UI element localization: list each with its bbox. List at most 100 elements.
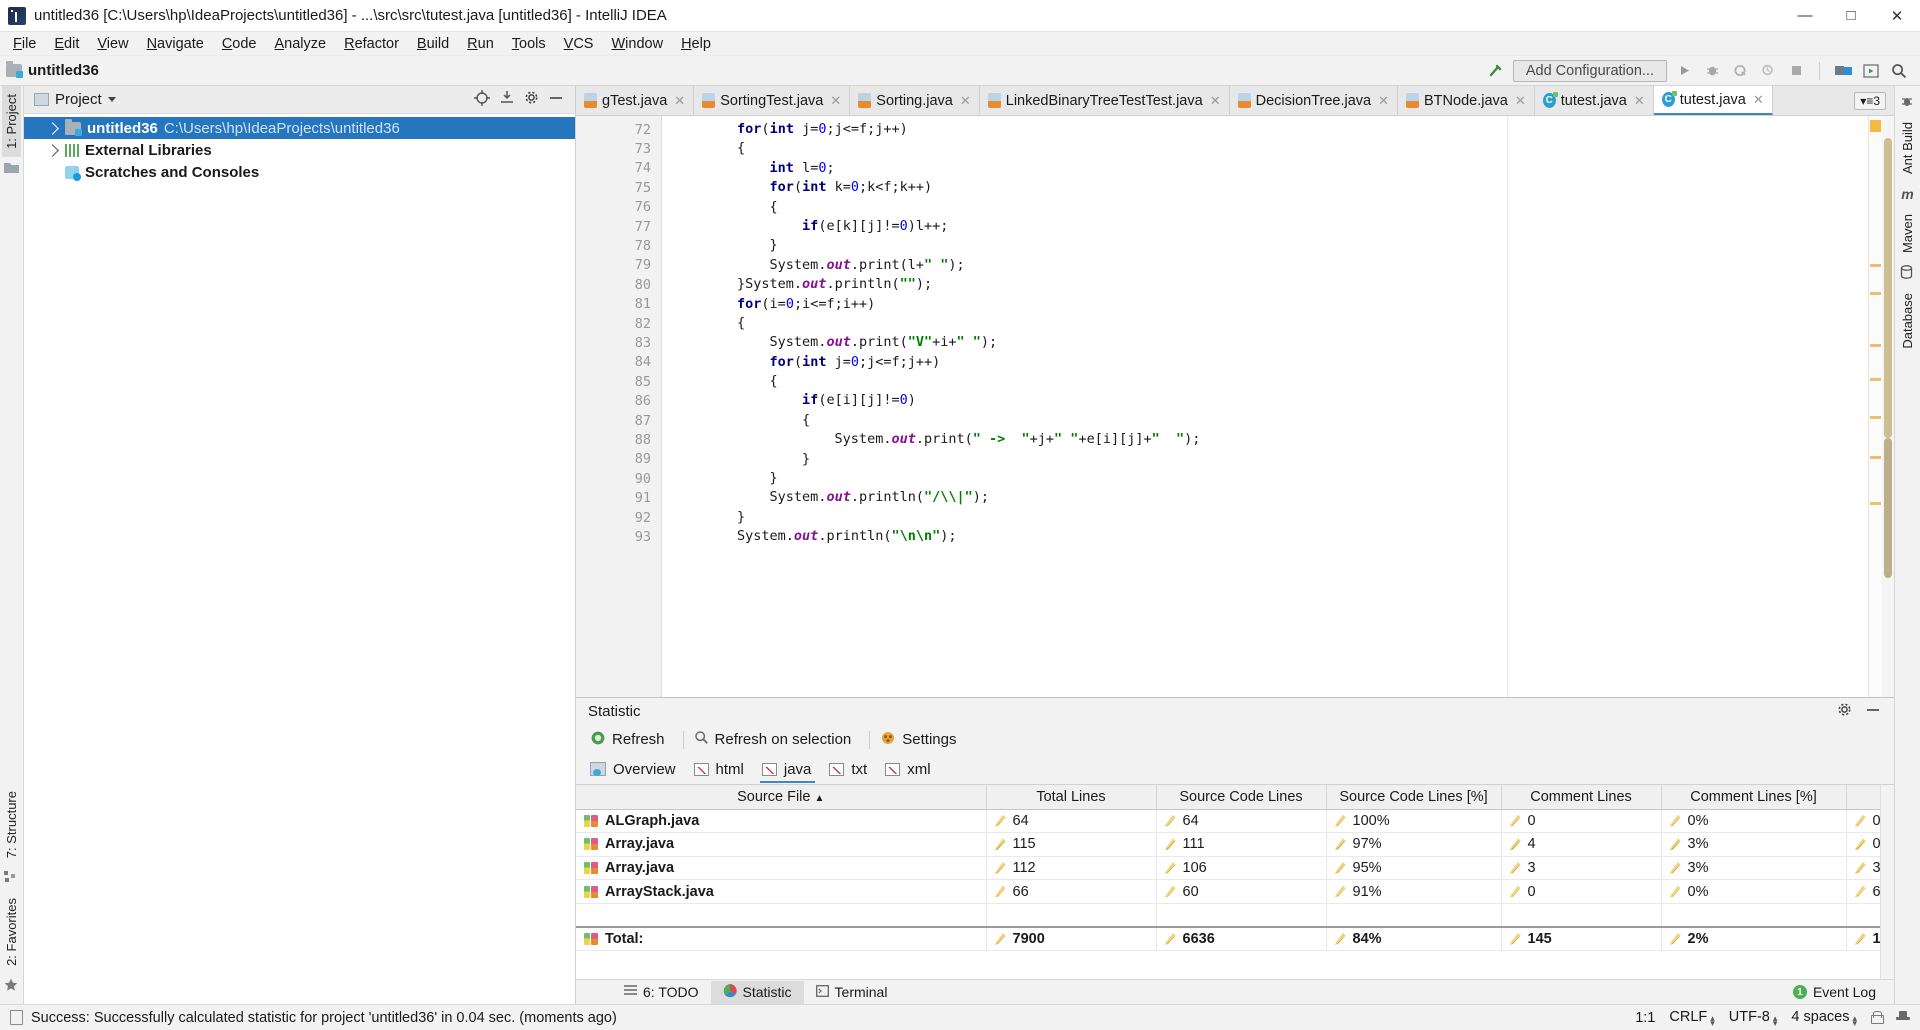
editor-gutter[interactable]: 7273-747576-7778-7980-8182-838485-8687-8… (576, 116, 673, 697)
build-hammer-icon[interactable] (1485, 60, 1507, 82)
editor-scrollbar[interactable] (1882, 116, 1894, 697)
gutter-line-76[interactable]: 76- (576, 198, 673, 217)
menu-item-code[interactable]: Code (213, 34, 266, 54)
gutter-line-83[interactable]: 83 (576, 333, 661, 352)
menu-item-vcs[interactable]: VCS (555, 34, 603, 54)
gutter-line-91[interactable]: 91 (576, 488, 661, 507)
profile-icon[interactable] (1757, 60, 1779, 82)
table-row[interactable]: ArrayStack.java666091%00%69% (576, 879, 1880, 904)
encoding-selector[interactable]: UTF-8 ▴ ▾ (1729, 1009, 1778, 1028)
editor-tab-tutest-java-6[interactable]: Ctutest.java ✕ (1534, 86, 1654, 115)
column-header-source-code-lines[interactable]: Source Code Lines [%] (1326, 785, 1502, 810)
column-header-source-file[interactable]: Source File ▲ (576, 785, 987, 810)
editor-tab-gtest-java-0[interactable]: gTest.java ✕ (576, 86, 695, 115)
rail-tab-maven[interactable]: Maven (1898, 206, 1917, 261)
menu-item-analyze[interactable]: Analyze (266, 34, 336, 54)
table-row[interactable]: ALGraph.java6464100%00%00% (576, 809, 1880, 834)
code-line-74[interactable]: int l=0; (662, 159, 1868, 178)
statistic-tab-html[interactable]: html (690, 758, 758, 781)
locate-icon[interactable] (474, 89, 490, 110)
caret-position[interactable]: 1:1 (1635, 1010, 1655, 1026)
collapse-all-icon[interactable] (500, 90, 514, 110)
statistic-tab-overview[interactable]: Overview (586, 758, 690, 781)
code-line-73[interactable]: { (662, 139, 1868, 158)
editor-tab-decisiontree-java-4[interactable]: DecisionTree.java ✕ (1229, 86, 1399, 115)
gutter-line-84[interactable]: 84 (576, 353, 661, 372)
gear-icon[interactable] (524, 90, 539, 109)
hide-panel-icon[interactable] (1866, 703, 1880, 721)
statistic-tab-java[interactable]: java (758, 758, 826, 783)
gutter-line-87[interactable]: 87- (576, 411, 673, 430)
code-line-78[interactable]: } (662, 236, 1868, 255)
table-total-row[interactable]: Total:7900663684%1452%111914% (576, 925, 1880, 952)
menu-item-help[interactable]: Help (672, 34, 720, 54)
menu-item-view[interactable]: View (88, 34, 137, 54)
editor-tab-linkedbinarytreetesttest-java-3[interactable]: LinkedBinaryTreeTestTest.java ✕ (979, 86, 1230, 115)
code-line-88[interactable]: System.out.print(" -> "+j+" "+e[i][j]+" … (662, 430, 1868, 449)
menu-item-tools[interactable]: Tools (503, 34, 555, 54)
statistic-table-container[interactable]: Source File ▲ Total Lines Source Code Line… (576, 784, 1894, 979)
event-log-button[interactable]: 1 Event Log (1792, 984, 1894, 1000)
menu-item-window[interactable]: Window (602, 34, 672, 54)
close-icon[interactable]: ✕ (1634, 93, 1645, 109)
chevron-right-icon[interactable] (46, 121, 59, 135)
gutter-line-80[interactable]: 80- (576, 275, 673, 294)
refresh-button[interactable]: Refresh (586, 728, 677, 752)
indent-selector[interactable]: 4 spaces ▴ ▾ (1791, 1009, 1857, 1028)
chevron-right-icon[interactable] (46, 143, 59, 157)
code-line-91[interactable]: System.out.println("/\\|"); (662, 488, 1868, 507)
column-header-blank-lines[interactable]: Blank Lines (1846, 785, 1880, 810)
gutter-line-81[interactable]: 81 (576, 295, 661, 314)
gutter-line-86[interactable]: 86 (576, 391, 661, 410)
error-stripe-marks[interactable] (1868, 116, 1882, 697)
code-line-76[interactable]: { (662, 198, 1868, 217)
code-line-81[interactable]: for(i=0;i<=f;i++) (662, 295, 1868, 314)
code-line-82[interactable]: { (662, 314, 1868, 333)
run-icon[interactable] (1673, 60, 1695, 82)
hide-panel-icon[interactable] (549, 91, 563, 109)
code-line-83[interactable]: System.out.print("V"+i+" "); (662, 333, 1868, 352)
code-line-72[interactable]: for(int j=0;j<=f;j++) (662, 120, 1868, 139)
search-everywhere-icon[interactable] (1888, 60, 1910, 82)
code-line-79[interactable]: System.out.print(l+" "); (662, 256, 1868, 275)
close-icon[interactable]: ✕ (1210, 93, 1221, 109)
column-header-comment-lines[interactable]: Comment Lines [%] (1661, 785, 1847, 810)
line-separator-selector[interactable]: CRLF ▴ ▾ (1669, 1009, 1714, 1028)
rail-tab-ant-build[interactable]: Ant Build (1898, 114, 1917, 182)
menu-item-navigate[interactable]: Navigate (138, 34, 213, 54)
project-tree[interactable]: untitled36 C:\Users\hp\IdeaProjects\unti… (24, 114, 575, 1004)
menu-item-edit[interactable]: Edit (45, 34, 88, 54)
gutter-line-77[interactable]: 77 (576, 217, 661, 236)
menu-item-run[interactable]: Run (458, 34, 503, 54)
gutter-line-75[interactable]: 75 (576, 178, 661, 197)
code-line-89[interactable]: } (662, 450, 1868, 469)
maximize-button[interactable]: □ (1828, 0, 1874, 32)
close-icon[interactable]: ✕ (1515, 93, 1526, 109)
gutter-line-79[interactable]: 79 (576, 256, 661, 275)
code-line-84[interactable]: for(int j=0;j<=f;j++) (662, 353, 1868, 372)
gutter-line-93[interactable]: 93 (576, 527, 661, 546)
menu-item-build[interactable]: Build (408, 34, 458, 54)
column-header-total-lines[interactable]: Total Lines (986, 785, 1157, 810)
editor-tab-sortingtest-java-1[interactable]: SortingTest.java ✕ (694, 86, 851, 115)
column-header-comment-lines[interactable]: Comment Lines (1501, 785, 1662, 810)
code-line-92[interactable]: } (662, 508, 1868, 527)
menu-item-refactor[interactable]: Refactor (335, 34, 408, 54)
refresh-on-selection-button[interactable]: Refresh on selection (690, 728, 864, 751)
rail-tab-structure[interactable]: 7: Structure (2, 783, 21, 866)
gutter-line-89[interactable]: 89- (576, 450, 673, 469)
editor-tab-tutest-java-7[interactable]: Ctutest.java ✕ (1653, 86, 1773, 115)
statistic-tab-txt[interactable]: txt (825, 758, 881, 781)
column-header-source-code-lines[interactable]: Source Code Lines (1156, 785, 1327, 810)
table-scrollbar[interactable] (1880, 785, 1894, 979)
chevron-down-icon[interactable] (107, 97, 116, 102)
rail-tab-project[interactable]: 1: Project (2, 86, 21, 157)
tree-item-external-libraries[interactable]: External Libraries (24, 139, 575, 161)
code-line-77[interactable]: if(e[k][j]!=0)l++; (662, 217, 1868, 236)
tree-item-scratches-and-consoles[interactable]: Scratches and Consoles (24, 161, 575, 183)
minimize-button[interactable]: — (1782, 0, 1828, 32)
gutter-line-90[interactable]: 90- (576, 469, 673, 488)
gutter-line-74[interactable]: 74 (576, 159, 661, 178)
table-row[interactable]: Array.java11511197%43%00% (576, 832, 1880, 857)
code-content[interactable]: for(int j=0;j<=f;j++) { int l=0; for(int… (662, 116, 1868, 697)
